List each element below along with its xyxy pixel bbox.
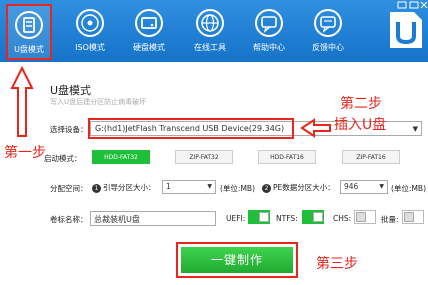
globe-icon bbox=[196, 9, 224, 37]
feedback-icon bbox=[314, 9, 342, 37]
unit-label-2: (单位:MB) bbox=[391, 184, 426, 193]
chs-toggle[interactable] bbox=[354, 210, 376, 224]
device-highlight-box bbox=[88, 118, 294, 139]
uefi-label: UEFI: bbox=[226, 214, 246, 223]
nav-label: U盘模式 bbox=[14, 45, 44, 54]
insert-usb-annotation: 插入U盘 bbox=[334, 117, 387, 133]
unit-label-1: (单位:MB) bbox=[220, 184, 255, 193]
nav-label: 在线工具 bbox=[194, 43, 226, 52]
nav-feedback-center[interactable]: 反馈中心 bbox=[305, 4, 351, 60]
pe-size-select[interactable]: 946 ▼ bbox=[340, 180, 388, 194]
nav-help-center[interactable]: 帮助中心 bbox=[246, 4, 292, 60]
mode-zip-fat16-button[interactable]: ZIP-FAT16 bbox=[342, 150, 400, 164]
nav-hdd-mode[interactable]: 硬盘模式 bbox=[126, 4, 172, 60]
mode-label: 启动模式： bbox=[44, 154, 82, 163]
up-arrow-annotation bbox=[10, 66, 34, 137]
nav-usb-mode[interactable]: U盘模式 bbox=[6, 4, 52, 60]
mode-hdd-fat32-button[interactable]: HDD-FAT32 bbox=[92, 150, 150, 164]
hard-disk-icon bbox=[135, 9, 163, 37]
chevron-down-icon: ▼ bbox=[412, 125, 418, 133]
page-title: U盘模式 bbox=[50, 84, 92, 97]
batch-toggle[interactable] bbox=[402, 210, 424, 224]
uefi-toggle[interactable] bbox=[248, 210, 270, 224]
app-logo-icon bbox=[390, 12, 422, 48]
nav-label: 硬盘模式 bbox=[133, 43, 165, 52]
volume-name-input[interactable]: 总裁装机U盘 bbox=[90, 211, 216, 226]
mode-hdd-fat16-button[interactable]: HDD-FAT16 bbox=[258, 150, 316, 164]
ntfs-label: NTFS: bbox=[276, 214, 298, 223]
step-number-badge: 1 bbox=[92, 184, 101, 193]
nav-label: 反馈中心 bbox=[312, 43, 344, 52]
step1-annotation: 第一步 bbox=[4, 145, 46, 161]
usb-drive-icon bbox=[15, 11, 43, 39]
one-click-make-button[interactable]: 一键制作 bbox=[181, 247, 293, 273]
alloc-label: 分配空间： bbox=[50, 184, 88, 193]
chevron-down-icon: ▼ bbox=[379, 183, 384, 190]
volume-label: 卷标名称： bbox=[50, 215, 88, 224]
nav-online-tools[interactable]: 在线工具 bbox=[187, 4, 233, 60]
left-arrow-annotation bbox=[300, 118, 331, 138]
chevron-down-icon: ▼ bbox=[207, 183, 212, 190]
page-subtitle: 写入U盘后建分区防止病毒破坏 bbox=[50, 98, 147, 106]
step-number-badge: 2 bbox=[262, 184, 271, 193]
nav-iso-mode[interactable]: ISO模式 bbox=[67, 4, 113, 60]
boot-partition-label: 1 引导分区大小： bbox=[92, 182, 156, 193]
disc-icon bbox=[76, 9, 104, 37]
step3-annotation: 第三步 bbox=[316, 256, 358, 272]
batch-label: 批量: bbox=[381, 215, 399, 224]
ntfs-toggle[interactable] bbox=[302, 210, 324, 224]
make-button-highlight: 一键制作 bbox=[176, 242, 298, 278]
nav-label: ISO模式 bbox=[75, 43, 105, 52]
pe-partition-label: 2 PE数据分区大小： bbox=[262, 182, 335, 193]
device-label: 选择设备： bbox=[50, 125, 88, 134]
step2-annotation: 第二步 bbox=[340, 96, 382, 112]
boot-size-select[interactable]: 1 ▼ bbox=[162, 180, 216, 194]
help-icon bbox=[255, 9, 283, 37]
mode-zip-fat32-button[interactable]: ZIP-FAT32 bbox=[175, 150, 233, 164]
chs-label: CHS: bbox=[333, 214, 352, 223]
nav-label: 帮助中心 bbox=[253, 43, 285, 52]
